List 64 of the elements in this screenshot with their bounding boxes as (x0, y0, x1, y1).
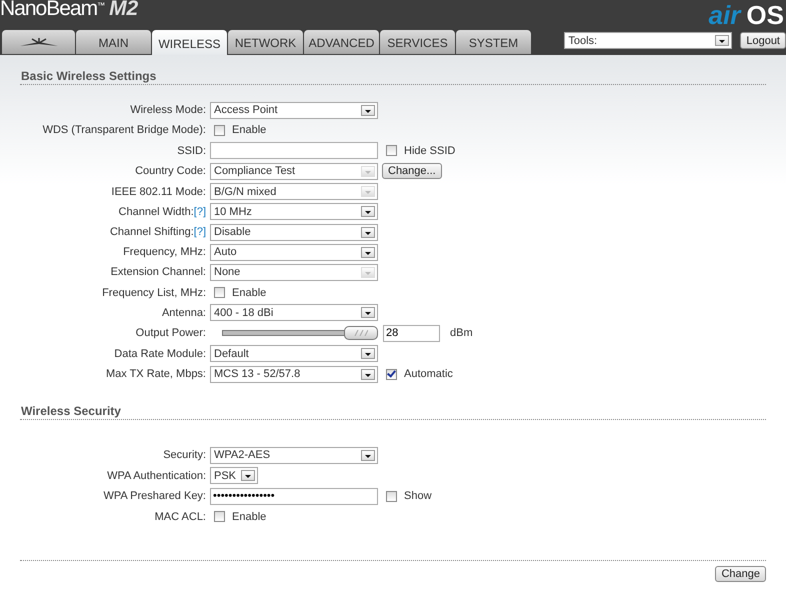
product-name: NanoBeam (0, 0, 98, 21)
field-label: Channel Width: (118, 206, 194, 218)
checkbox-label: Enable (232, 124, 266, 136)
checkbox[interactable] (214, 124, 225, 136)
checkbox[interactable] (386, 368, 397, 380)
field-label: Frequency List, MHz: (102, 286, 206, 299)
trademark: ™ (97, 1, 106, 10)
checkbox-label: Hide SSID (404, 144, 456, 157)
field-label: WPA Preshared Key: (103, 490, 206, 502)
unit-label: dBm (450, 327, 473, 340)
nav-tab[interactable]: SYSTEM (456, 30, 531, 54)
field-label: Extension Channel: (110, 266, 206, 278)
brand-suffix: OS (746, 0, 784, 30)
section-title: Wireless Security (20, 404, 766, 420)
select-field[interactable]: Disable (210, 224, 378, 241)
checkbox-label: Show (404, 490, 432, 502)
checkbox[interactable] (214, 511, 225, 522)
logout-button[interactable]: Logout (740, 32, 786, 49)
select-field[interactable]: MCS 13 - 52/57.8 (210, 366, 378, 383)
field-label: Frequency, MHz: (123, 246, 206, 258)
change-button[interactable]: Change (715, 566, 766, 582)
nav-tab[interactable]: WIRELESS (152, 30, 227, 55)
nav-tab[interactable]: SERVICES (380, 30, 455, 54)
help-link[interactable]: [?] (194, 226, 206, 238)
tools-dropdown[interactable]: Tools: (564, 32, 732, 49)
field-label: Channel Shifting: (110, 226, 194, 238)
field-label: Security: (163, 449, 206, 462)
field-label: WPA Authentication: (107, 470, 206, 482)
checkbox[interactable] (214, 287, 225, 298)
field-label: Antenna: (162, 306, 206, 319)
field-label: SSID: (177, 144, 206, 157)
slider-thumb[interactable] (344, 326, 378, 340)
select-field[interactable]: WPA2-AES (210, 446, 378, 464)
field-label: MAC ACL: (154, 510, 206, 523)
field-label: Max TX Rate, Mbps: (106, 368, 206, 380)
field-label: Output Power: (136, 327, 206, 340)
nav-tab[interactable]: ADVANCED (304, 30, 379, 54)
checkbox[interactable] (386, 490, 397, 502)
home-tab[interactable] (2, 30, 75, 54)
nav-tab[interactable]: MAIN (76, 30, 151, 54)
field-label: WDS (Transparent Bridge Mode): (42, 124, 206, 136)
section-title: Basic Wireless Settings (20, 69, 766, 85)
checkbox-label: Automatic (404, 368, 453, 380)
nav-tab[interactable]: NETWORK (228, 30, 303, 54)
select-field[interactable]: PSK (210, 467, 258, 484)
select-field[interactable]: 400 - 18 dBi (210, 304, 378, 322)
brand-prefix: air (708, 0, 740, 30)
select-field[interactable]: 10 MHz (210, 203, 378, 220)
select-field[interactable]: Auto (210, 244, 378, 261)
field-label: Data Rate Module: (114, 348, 206, 360)
field-label: IEEE 802.11 Mode: (111, 186, 206, 198)
input-field[interactable] (210, 142, 378, 160)
field-label: Wireless Mode: (130, 104, 206, 116)
input-field[interactable]: •••••••••••••••• (210, 488, 378, 505)
field-label: Country Code: (135, 165, 206, 178)
select-field[interactable]: Default (210, 345, 378, 362)
checkbox-label: Enable (232, 286, 266, 299)
grip-icon (354, 330, 368, 336)
checkbox-label: Enable (232, 510, 266, 523)
select-field[interactable]: Access Point (210, 102, 378, 119)
model-name: M2 (109, 0, 138, 21)
input-field[interactable]: 28 (383, 324, 440, 342)
help-link[interactable]: [?] (194, 206, 206, 218)
checkbox[interactable] (386, 145, 397, 156)
